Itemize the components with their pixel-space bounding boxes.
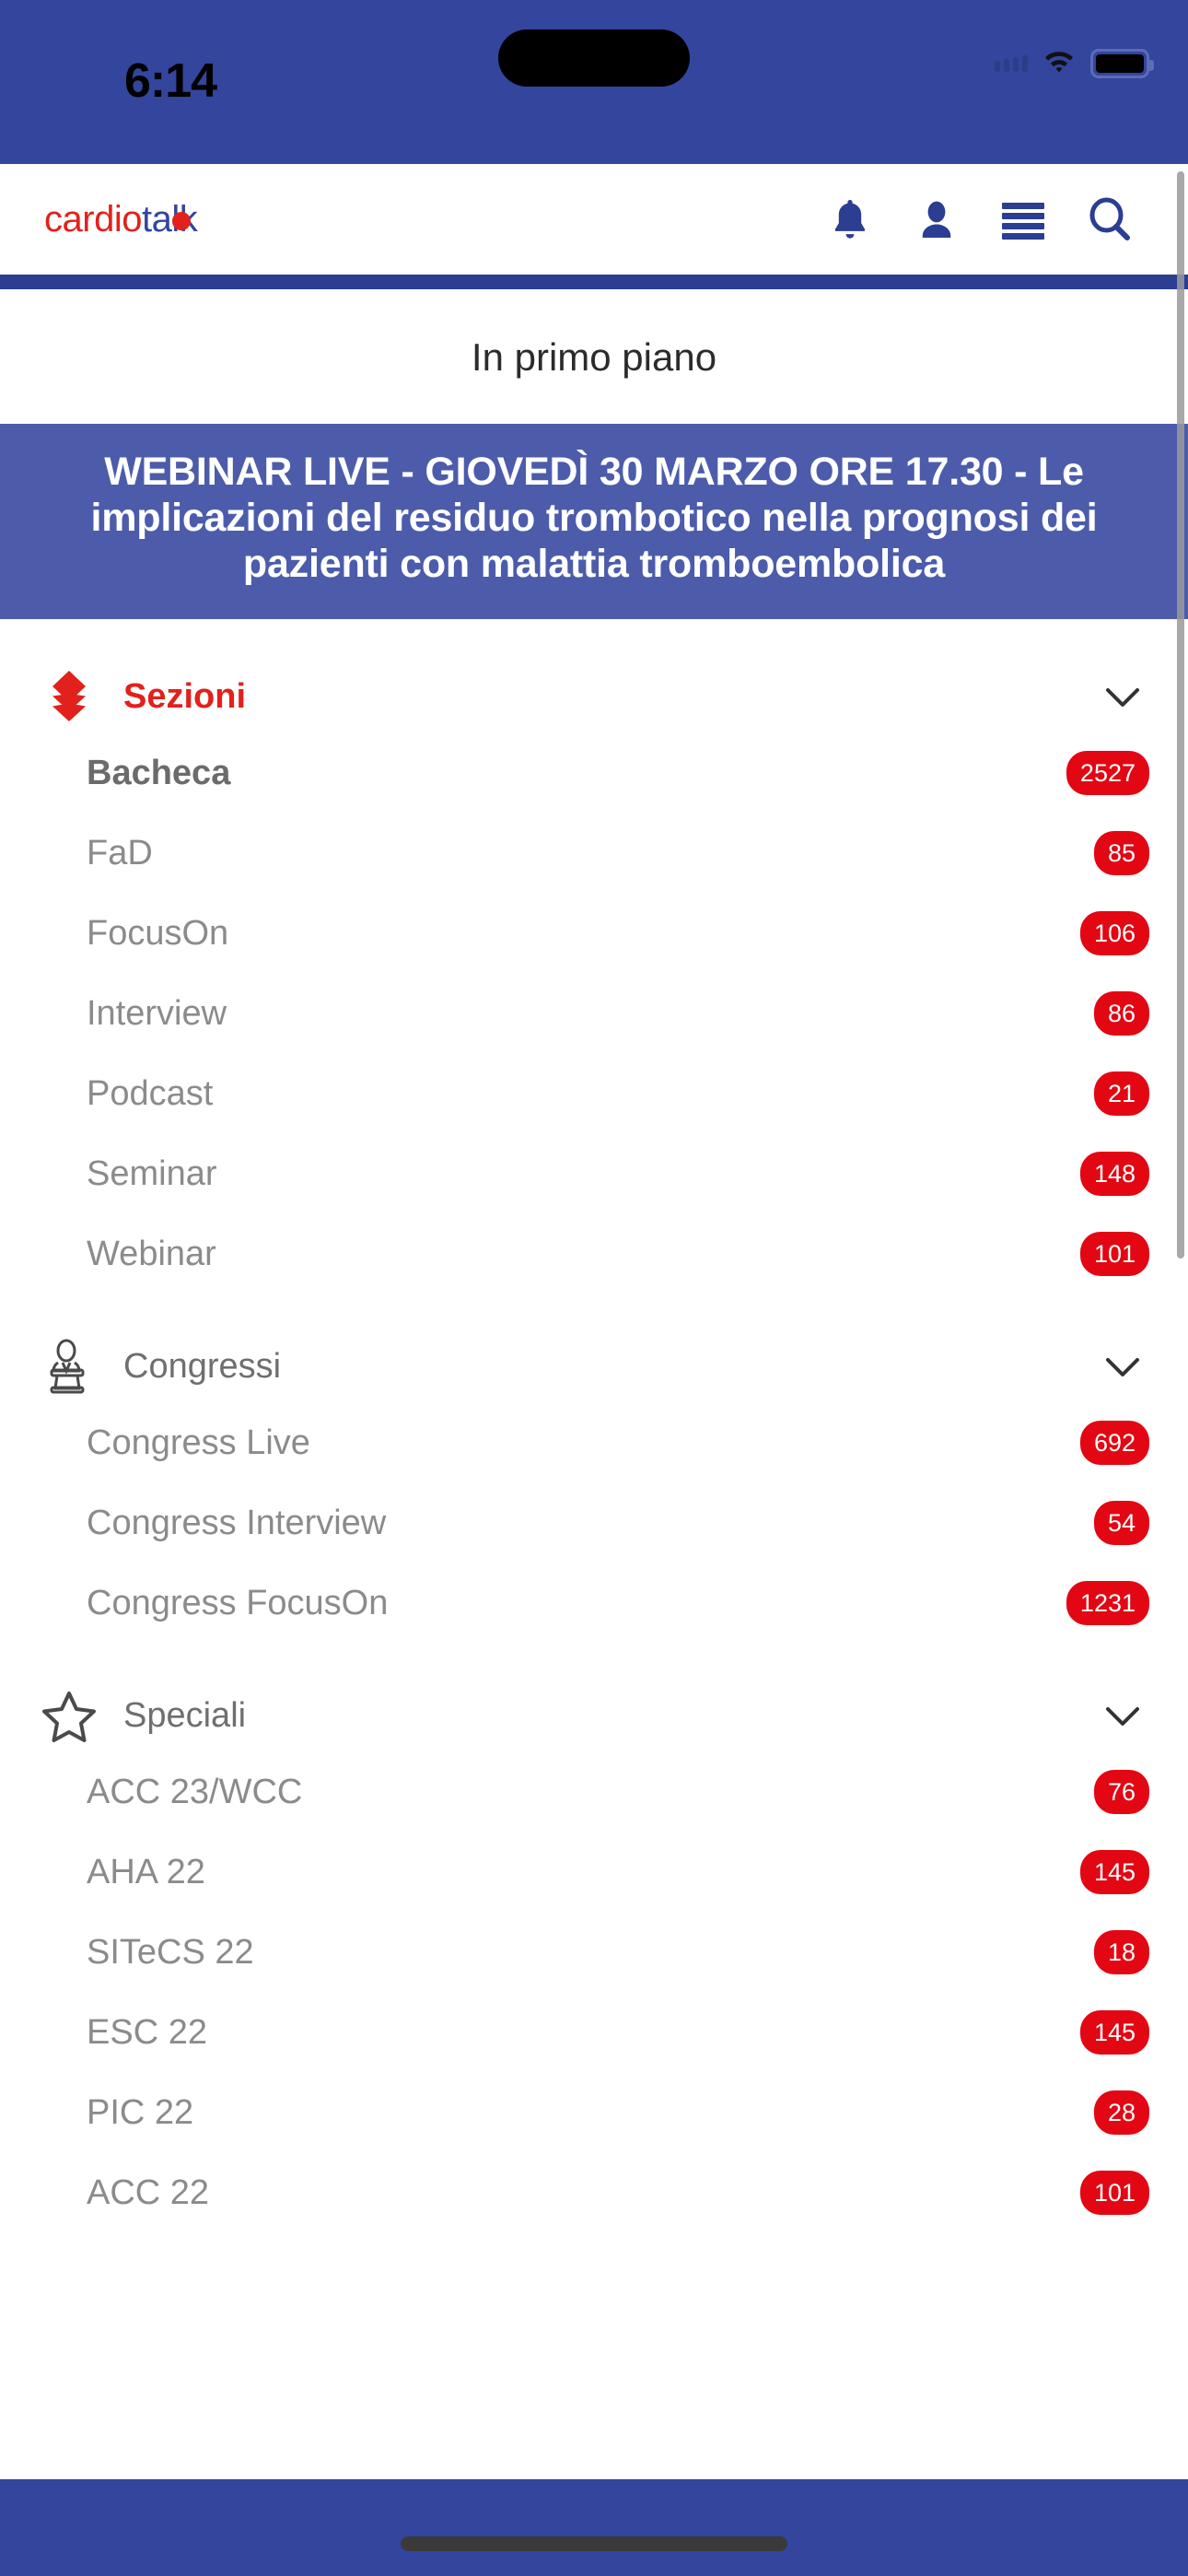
podium-speaker-icon [41, 1339, 107, 1396]
header-divider [0, 275, 1188, 289]
user-account-button[interactable] [893, 178, 980, 261]
chevron-down-icon[interactable] [1101, 1695, 1144, 1738]
status-badge: 86 [1093, 991, 1149, 1036]
list-item[interactable]: AHA 22 145 [41, 1832, 1149, 1913]
search-button[interactable] [1066, 178, 1153, 261]
star-icon [41, 1688, 107, 1745]
status-badge: 145 [1079, 2010, 1149, 2055]
section-congressi: Congressi Congress Live 692 Congress Int… [41, 1294, 1149, 1644]
status-badge: 1231 [1066, 1581, 1149, 1626]
list-item[interactable]: ACC 23/WCC 76 [41, 1752, 1149, 1832]
status-bar: 6:14 [0, 0, 1188, 164]
list-item[interactable]: Webinar 101 [41, 1214, 1149, 1294]
section-header-speciali[interactable]: Speciali [41, 1680, 1149, 1752]
status-badge: 148 [1079, 1152, 1149, 1197]
home-indicator[interactable] [401, 2535, 787, 2551]
list-item[interactable]: PIC 22 28 [41, 2073, 1149, 2153]
list-item-label: Webinar [87, 1234, 216, 1273]
list-item[interactable]: SITeCS 22 18 [41, 1913, 1149, 1993]
chevron-down-icon[interactable] [1101, 676, 1144, 719]
status-bar-indicators [995, 48, 1154, 78]
status-badge: 692 [1079, 1421, 1149, 1466]
section-speciali: Speciali ACC 23/WCC 76 AHA 22 145 SITeCS… [41, 1644, 1149, 2233]
list-item-label: FaD [87, 833, 153, 872]
list-item-label: Congress Live [87, 1423, 310, 1462]
list-item-label: Congress FocusOn [87, 1583, 389, 1622]
logo-red-dot-icon [172, 212, 191, 230]
battery-icon [1090, 48, 1154, 78]
wifi-icon [1042, 48, 1076, 78]
featured-banner[interactable]: WEBINAR LIVE - GIOVEDÌ 30 MARZO ORE 17.3… [0, 424, 1188, 619]
page-scrollbar[interactable] [1177, 171, 1184, 1259]
dynamic-island [498, 29, 690, 87]
list-item[interactable]: Congress Interview 54 [41, 1483, 1149, 1563]
list-item[interactable]: Bacheca 2527 [41, 733, 1149, 814]
list-item-label: ACC 23/WCC [87, 1772, 303, 1811]
section-sezioni: Sezioni Bacheca 2527 FaD 85 FocusOn 106 [41, 619, 1149, 1294]
main-menu-button[interactable] [980, 178, 1066, 261]
list-item-label: ESC 22 [87, 2012, 207, 2052]
status-badge: 101 [1079, 2171, 1149, 2216]
status-badge: 21 [1093, 1071, 1149, 1117]
sections-menu: Sezioni Bacheca 2527 FaD 85 FocusOn 106 [0, 618, 1188, 2233]
list-item[interactable]: Seminar 148 [41, 1134, 1149, 1214]
list-item[interactable]: Congress FocusOn 1231 [41, 1563, 1149, 1644]
list-item[interactable]: FaD 85 [41, 814, 1149, 894]
status-badge: 85 [1093, 831, 1149, 876]
list-item-label: Bacheca [87, 753, 231, 792]
app-header: cardiotalk [0, 164, 1188, 275]
featured-section-title: In primo piano [0, 289, 1188, 424]
status-bar-time: 6:14 [123, 54, 217, 108]
list-item[interactable]: FocusOn 106 [41, 894, 1149, 974]
notifications-bell-button[interactable] [807, 178, 893, 261]
list-item-label: Congress Interview [87, 1503, 387, 1542]
list-item-label: PIC 22 [87, 2092, 194, 2132]
list-item[interactable]: Podcast 21 [41, 1054, 1149, 1134]
logo-text-primary: cardio [44, 199, 142, 240]
list-item-label: Seminar [87, 1153, 217, 1193]
list-item-label: ACC 22 [87, 2172, 210, 2212]
person-icon [916, 197, 957, 241]
header-nav-icons [807, 178, 1153, 261]
featured-banner-text: WEBINAR LIVE - GIOVEDÌ 30 MARZO ORE 17.3… [90, 450, 1098, 586]
list-item[interactable]: ESC 22 145 [41, 1993, 1149, 2073]
section-items-speciali: ACC 23/WCC 76 AHA 22 145 SITeCS 22 18 ES… [41, 1752, 1149, 2233]
status-badge: 106 [1079, 911, 1149, 956]
section-items-congressi: Congress Live 692 Congress Interview 54 … [41, 1403, 1149, 1644]
status-badge: 2527 [1066, 751, 1149, 796]
chevron-down-icon[interactable] [1101, 1346, 1144, 1388]
list-item[interactable]: ACC 22 101 [41, 2153, 1149, 2233]
list-item[interactable]: Interview 86 [41, 974, 1149, 1054]
list-item-label: FocusOn [87, 913, 229, 953]
section-header-congressi[interactable]: Congressi [41, 1331, 1149, 1403]
section-header-sezioni[interactable]: Sezioni [41, 662, 1149, 733]
status-badge: 54 [1093, 1501, 1149, 1546]
status-badge: 18 [1093, 1930, 1149, 1975]
list-item-label: Interview [87, 993, 227, 1033]
section-items-sezioni: Bacheca 2527 FaD 85 FocusOn 106 Intervie… [41, 733, 1149, 1294]
section-label: Congressi [123, 1347, 282, 1387]
layers-icon [41, 669, 107, 726]
list-item[interactable]: Congress Live 692 [41, 1403, 1149, 1483]
section-label: Speciali [123, 1696, 247, 1736]
home-indicator-bar [0, 2479, 1188, 2576]
bell-icon [830, 197, 870, 241]
cardiotalk-logo[interactable]: cardiotalk [44, 199, 198, 240]
cellular-signal-icon [995, 54, 1028, 72]
list-item-label: AHA 22 [87, 1852, 205, 1891]
search-icon [1089, 197, 1131, 241]
status-badge: 76 [1093, 1770, 1149, 1815]
status-badge: 101 [1079, 1232, 1149, 1277]
list-item-label: SITeCS 22 [87, 1932, 254, 1972]
status-badge: 28 [1093, 2090, 1149, 2136]
list-item-label: Podcast [87, 1073, 214, 1113]
status-badge: 145 [1079, 1850, 1149, 1895]
hamburger-icon [1000, 199, 1046, 240]
phone-viewport: 6:14 cardiotalk In primo piano WEBINAR L… [0, 0, 1188, 2576]
section-label: Sezioni [123, 677, 247, 717]
